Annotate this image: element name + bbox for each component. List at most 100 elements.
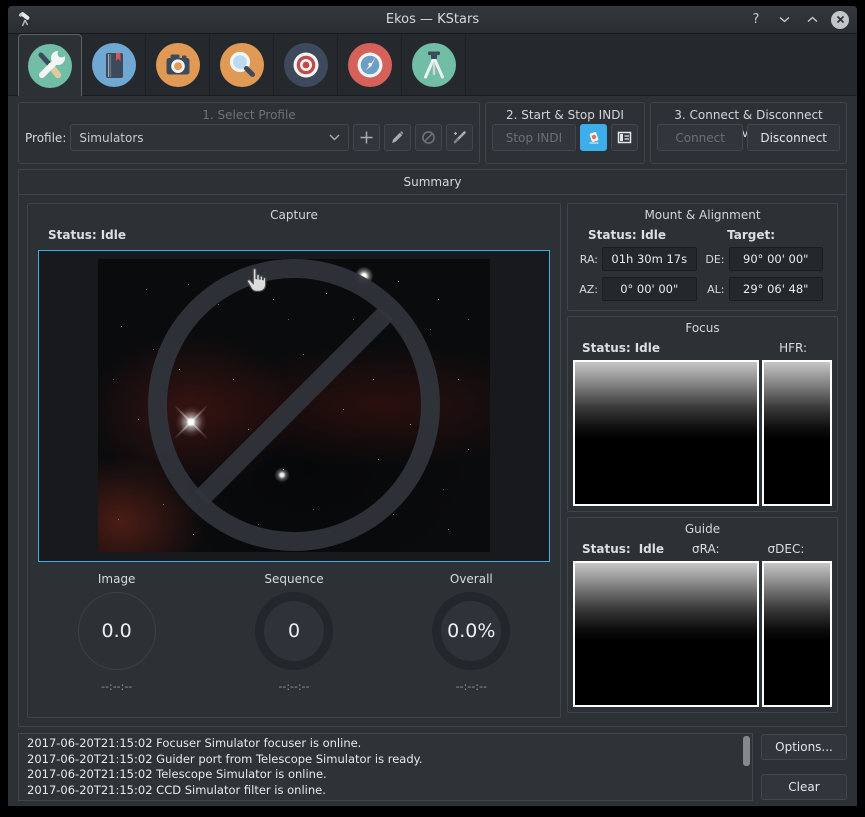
notebook-icon [90, 41, 138, 89]
focus-panel: Focus Status: Idle HFR: [567, 316, 838, 512]
title-bar: Ekos — KStars ? [8, 6, 857, 34]
guide-image-preview [573, 561, 759, 707]
select-profile-group: 1. Select Profile Profile: Simulators [18, 102, 480, 164]
tab-guide[interactable] [338, 34, 402, 95]
tab-capture[interactable] [146, 34, 210, 95]
magnifier-icon [218, 41, 266, 89]
capture-progress-row: Image 0.0 --:--:-- Sequence 0 --:--:-- O… [28, 572, 560, 717]
ra-label: RA: [574, 253, 598, 266]
focus-title: Focus [568, 317, 837, 337]
indi-control-panel-button[interactable] [611, 124, 638, 151]
image-progress-circle: 0.0 [78, 592, 156, 670]
capture-panel: Capture Status: Idle Image [27, 203, 561, 718]
window-title: Ekos — KStars [8, 12, 857, 27]
ekos-window: Ekos — KStars ? [8, 6, 857, 806]
maximize-button[interactable] [803, 11, 821, 29]
nebula-preview-image [98, 259, 490, 552]
start-stop-indi-group: 2. Start & Stop INDI Stop INDI [485, 102, 645, 164]
help-button[interactable]: ? [747, 11, 765, 29]
log-line: 2017-06-20T21:15:02 Focuser Simulator fo… [27, 736, 744, 752]
toolbar: 1. Select Profile Profile: Simulators [18, 102, 847, 164]
hand-pointer-cursor-icon [244, 267, 270, 297]
tab-scheduler[interactable] [82, 34, 146, 95]
sequence-progress-time: --:--:-- [278, 680, 309, 693]
ra-value[interactable]: 01h 30m 17s [602, 247, 697, 271]
sequence-progress-circle: 0 [255, 592, 333, 670]
focus-status-label: Status: [582, 341, 631, 355]
de-value[interactable]: 90° 00' 00" [729, 247, 824, 271]
guide-panel: Guide Status: Idle σRA: σDEC: [567, 517, 838, 713]
connect-button[interactable]: Connect [657, 124, 743, 151]
mount-title: Mount & Alignment [568, 204, 837, 224]
profile-label: Profile: [25, 131, 66, 145]
bullseye-icon [282, 41, 330, 89]
mount-status-value: Idle [641, 228, 666, 242]
tab-setup[interactable] [18, 34, 82, 96]
guide-drift-plot [762, 561, 832, 707]
no-capture-sign-icon [148, 259, 440, 551]
pencil-icon [390, 130, 405, 145]
capture-preview [38, 250, 550, 562]
al-value[interactable]: 29° 06' 48" [729, 277, 824, 301]
de-label: DE: [701, 253, 725, 266]
circle-slash-icon [421, 130, 436, 145]
overall-progress-value: 0.0% [447, 620, 495, 642]
indi-logo-icon [586, 130, 602, 146]
tab-mount[interactable] [402, 34, 466, 95]
focus-image-preview [573, 360, 759, 506]
plus-icon [359, 130, 374, 145]
telescope-tripod-icon [410, 41, 458, 89]
compass-icon [346, 41, 394, 89]
clear-button[interactable]: Clear [761, 774, 847, 800]
close-button[interactable] [831, 11, 849, 29]
capture-status-label: Status: [48, 228, 97, 242]
log-line: 2017-06-20T21:15:02 Telescope Simulator … [27, 767, 744, 783]
delete-profile-button[interactable] [415, 124, 442, 151]
al-label: AL: [701, 283, 725, 296]
sequence-progress-value: 0 [288, 620, 300, 642]
select-profile-title: 1. Select Profile [25, 106, 473, 124]
sequence-progress-label: Sequence [264, 572, 323, 586]
overall-progress-label: Overall [450, 572, 493, 586]
edit-profile-button[interactable] [384, 124, 411, 151]
tab-summary[interactable]: Summary [18, 169, 847, 194]
mount-alignment-panel: Mount & Alignment Status: Idle Target: R… [567, 203, 838, 311]
image-progress-label: Image [98, 572, 136, 586]
log-line: 2017-06-20T21:15:02 Guider port from Tel… [27, 752, 744, 768]
tab-focus[interactable] [210, 34, 274, 95]
tab-align[interactable] [274, 34, 338, 95]
guide-status-label: Status: [582, 542, 631, 556]
minimize-button[interactable] [775, 11, 793, 29]
starfield [98, 259, 99, 260]
connect-disconnect-group: 3. Connect & Disconnect Devices Connect … [650, 102, 847, 164]
indi-group-title: 2. Start & Stop INDI [492, 106, 638, 124]
capture-title: Capture [28, 204, 560, 224]
capture-status-value: Idle [101, 228, 126, 242]
devices-group-title: 3. Connect & Disconnect Devices [657, 106, 840, 124]
hfr-label: HFR: [779, 341, 807, 355]
az-value[interactable]: 0° 00' 00" [602, 277, 697, 301]
module-tab-bar [8, 34, 857, 96]
focus-hfr-plot [762, 360, 832, 506]
summary-frame: Capture Status: Idle Image [18, 194, 847, 727]
az-label: AZ: [574, 283, 598, 296]
mount-status-label: Status: [588, 228, 637, 242]
options-button[interactable]: Options... [761, 734, 847, 760]
disconnect-button[interactable]: Disconnect [747, 124, 840, 151]
profile-combobox[interactable]: Simulators [70, 124, 349, 151]
camera-icon [154, 41, 202, 89]
focus-status-value: Idle [635, 341, 660, 355]
log-view[interactable]: 2017-06-20T21:15:02 Focuser Simulator fo… [18, 733, 753, 801]
control-panel-icon [617, 130, 632, 145]
guide-status-value: Idle [639, 542, 664, 556]
add-profile-button[interactable] [353, 124, 380, 151]
right-column: Mount & Alignment Status: Idle Target: R… [567, 203, 838, 718]
profile-wizard-button[interactable] [446, 124, 473, 151]
sigma-ra-label: σRA: [692, 542, 720, 556]
indi-mode-toggle[interactable] [580, 124, 607, 151]
log-line: 2017-06-20T21:15:02 CCD Simulator filter… [27, 783, 744, 799]
log-scrollbar-thumb[interactable] [743, 736, 750, 766]
stop-indi-button[interactable]: Stop INDI [492, 124, 576, 151]
sigma-dec-label: σDEC: [768, 542, 805, 556]
image-progress-value: 0.0 [102, 620, 132, 642]
